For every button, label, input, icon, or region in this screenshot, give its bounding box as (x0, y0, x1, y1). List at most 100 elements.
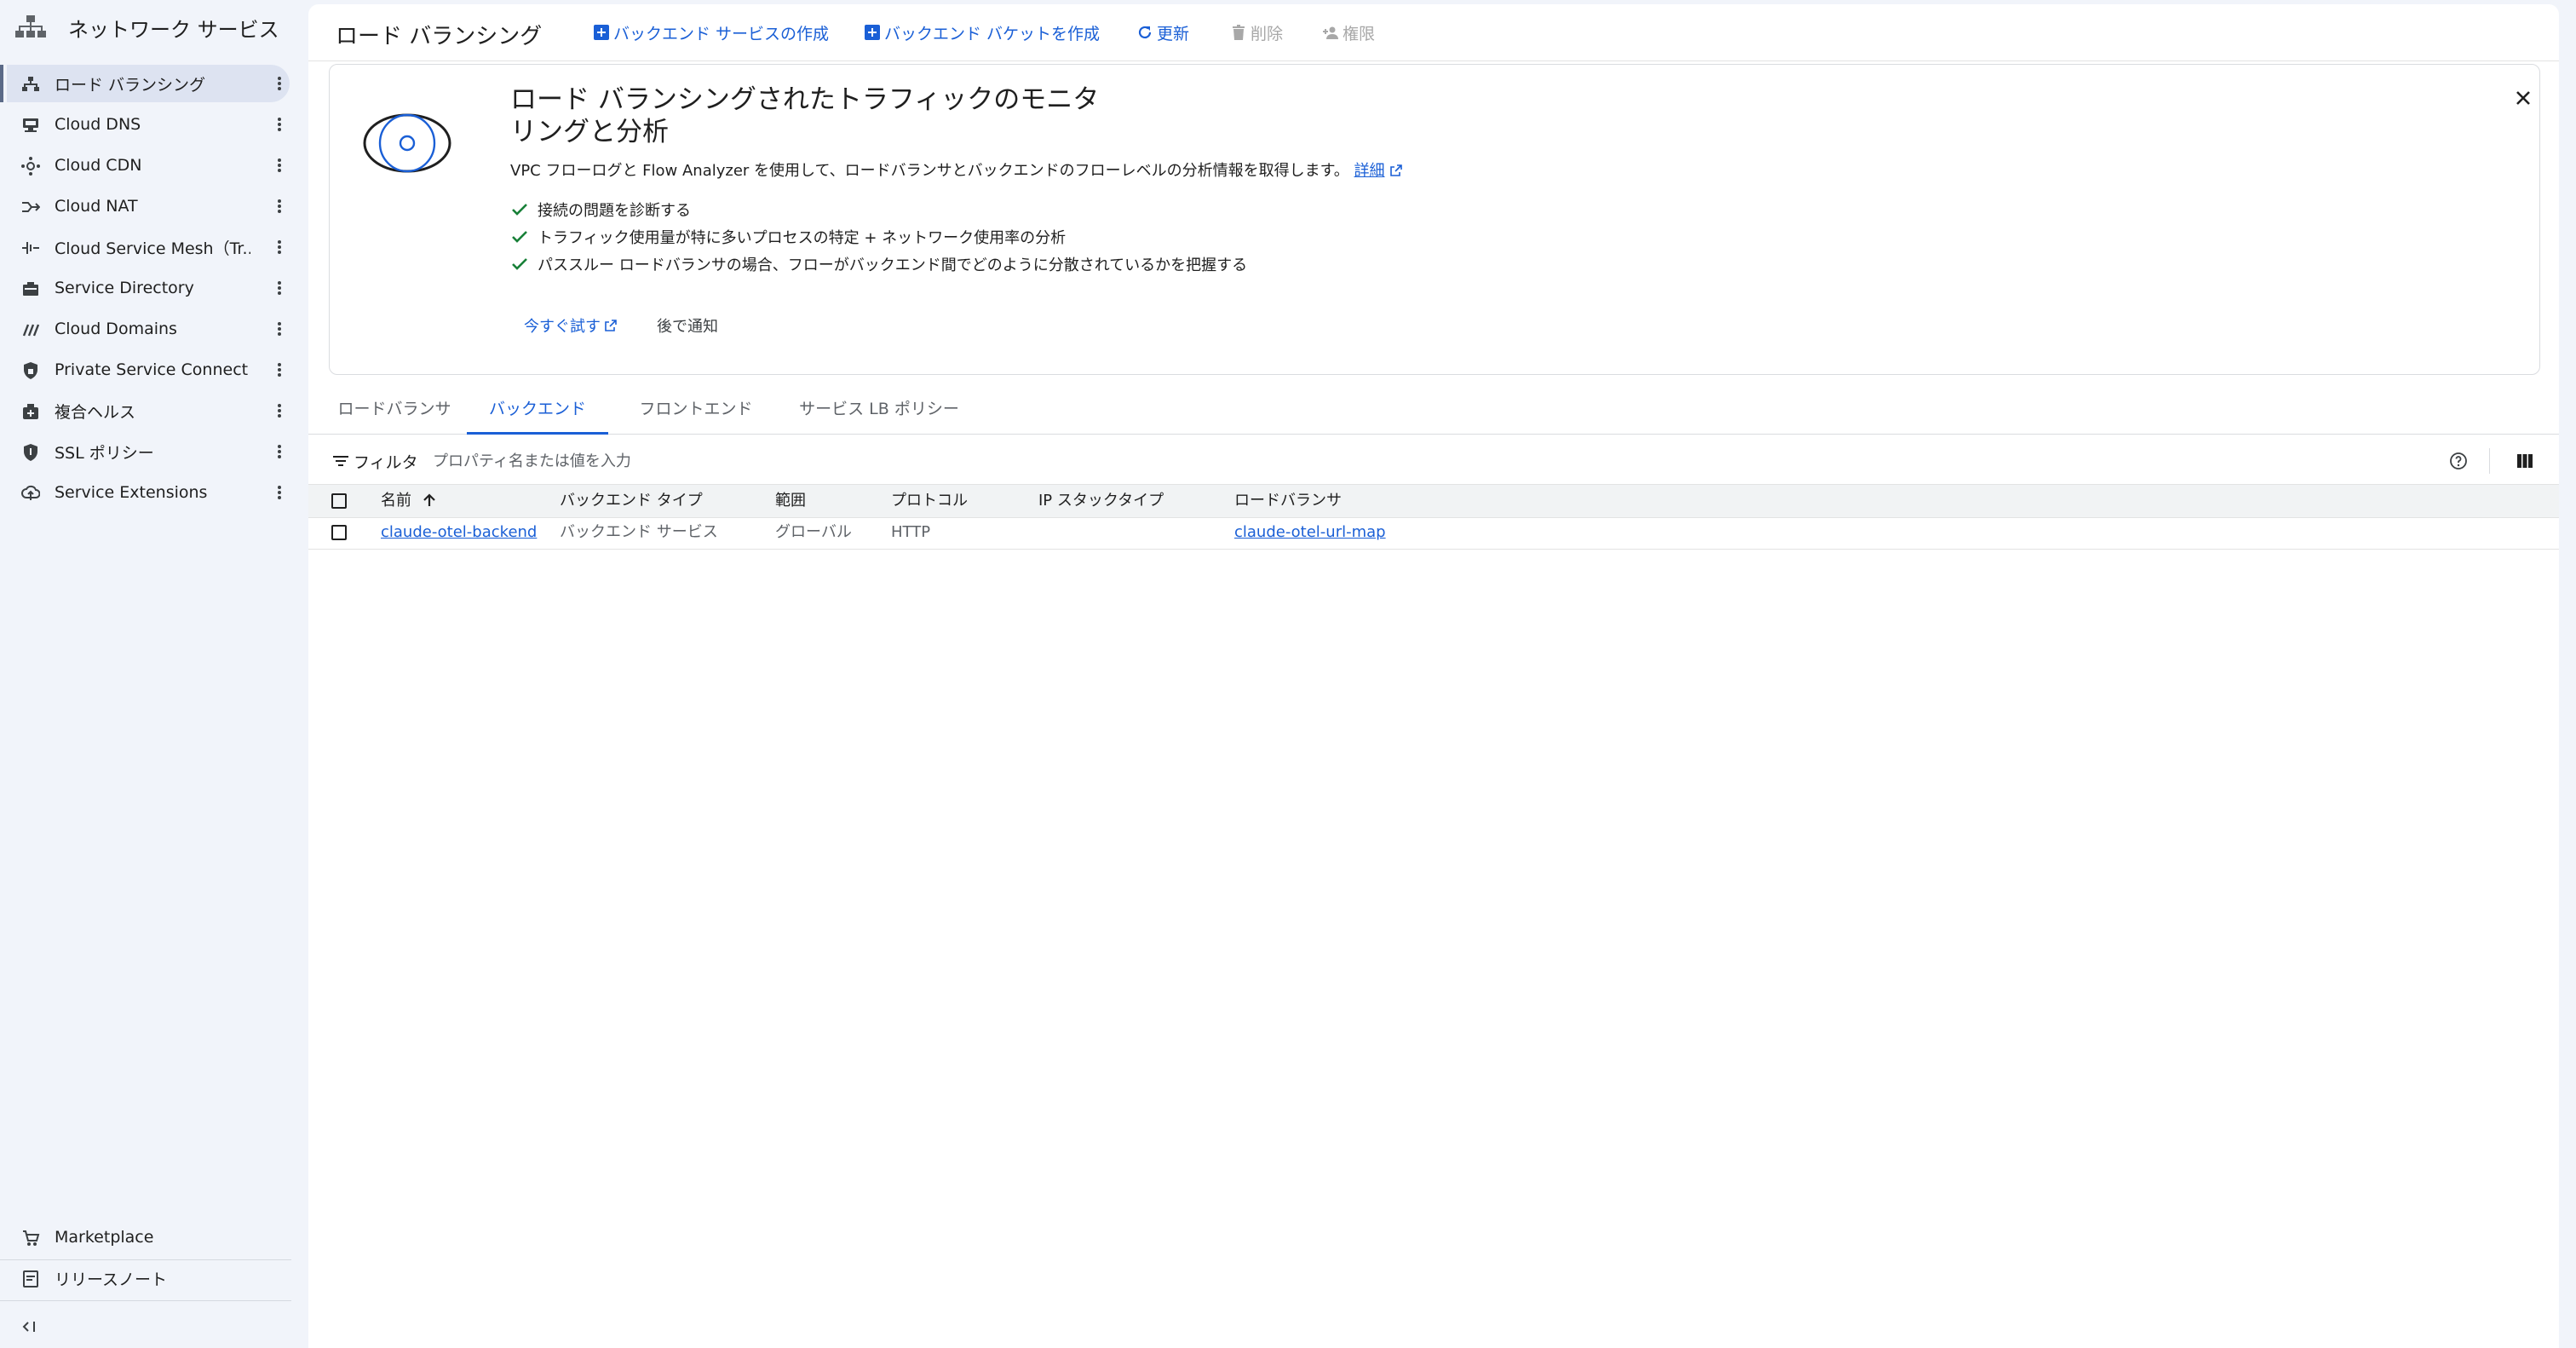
banner-bullet: パススルー ロードバランサの場合、フローがバックエンド間でどのように分散されてい… (510, 253, 1247, 275)
ssl-policy-icon (21, 443, 40, 462)
create-backend-bucket-button[interactable]: バックエンド バケットを作成 (864, 20, 1100, 45)
column-header-ip-stack-type[interactable]: IP スタックタイプ (1038, 485, 1164, 517)
banner-description: VPC フローログと Flow Analyzer を使用して、ロードバランサとバ… (510, 158, 1403, 181)
toolbar-divider (2489, 448, 2490, 474)
remind-later-button[interactable]: 後で通知 (657, 314, 718, 337)
more-vert-icon[interactable] (269, 441, 290, 462)
service-extensions-icon (21, 484, 40, 503)
column-header-label: 名前 (381, 492, 411, 510)
protocol-cell: HTTP (891, 523, 931, 541)
sidebar-item-service-directory[interactable]: Service Directory (7, 269, 290, 307)
column-header-load-balancer[interactable]: ロードバランサ (1234, 485, 1342, 517)
sidebar-item-label: Cloud Domains (55, 320, 177, 338)
refresh-label: 更新 (1157, 24, 1190, 43)
more-vert-icon[interactable] (269, 155, 290, 176)
more-vert-icon[interactable] (269, 400, 290, 421)
sidebar-item-label: Cloud Service Mesh（Tr... (55, 239, 250, 258)
load-balancer-link[interactable]: claude-otel-url-map (1234, 516, 1386, 549)
select-all-checkbox[interactable] (331, 493, 347, 509)
permissions-label: 権限 (1343, 24, 1376, 43)
filter-input[interactable] (431, 445, 1116, 477)
delete-label: 削除 (1251, 24, 1284, 43)
more-vert-icon[interactable] (269, 482, 290, 503)
create-backend-service-label: バックエンド サービスの作成 (613, 24, 830, 43)
sidebar-item-private-service-connect[interactable]: Private Service Connect (7, 351, 290, 389)
close-icon[interactable] (2512, 87, 2534, 109)
row-checkbox[interactable] (331, 525, 347, 540)
details-link-label: 詳細 (1354, 162, 1385, 180)
more-vert-icon[interactable] (269, 196, 290, 216)
more-vert-icon[interactable] (269, 278, 290, 298)
sidebar-item-label: 複合ヘルス (55, 402, 136, 422)
sidebar-item-label: Cloud DNS (55, 115, 141, 134)
service-directory-icon (21, 279, 40, 298)
details-link[interactable]: 詳細 (1354, 162, 1385, 180)
permissions-button[interactable]: 権限 (1322, 20, 1375, 45)
marketplace-cart-icon (21, 1229, 40, 1247)
column-header-scope[interactable]: 範囲 (775, 485, 806, 517)
more-vert-icon[interactable] (269, 319, 290, 339)
banner-description-text: VPC フローログと Flow Analyzer を使用して、ロードバランサとバ… (510, 162, 1349, 180)
try-now-label: 今すぐ試す (524, 318, 601, 336)
sidebar: ネットワーク サービス ロード バランシング Cloud DNS Cloud C… (0, 0, 307, 1348)
refresh-icon (1136, 24, 1153, 41)
eye-icon (362, 112, 452, 174)
more-vert-icon[interactable] (269, 73, 290, 94)
column-header-backend-type[interactable]: バックエンド タイプ (560, 485, 703, 517)
column-display-icon[interactable] (2516, 452, 2534, 470)
more-vert-icon[interactable] (269, 114, 290, 135)
delete-button[interactable]: 削除 (1230, 20, 1283, 45)
tab-backends[interactable]: バックエンド (467, 388, 608, 435)
sidebar-item-ssl-policy[interactable]: SSL ポリシー (7, 433, 290, 470)
filter-bar: フィルタ (308, 436, 2559, 484)
network-services-icon (15, 14, 46, 41)
banner-bullet-text: 接続の問題を診断する (538, 202, 691, 220)
filter-label: フィルタ (354, 453, 418, 472)
sidebar-item-load-balancing[interactable]: ロード バランシング (0, 65, 290, 102)
domains-icon (21, 320, 40, 339)
help-icon[interactable] (2449, 452, 2468, 470)
sidebar-title: ネットワーク サービス (68, 17, 279, 42)
main-content: ロード バランシング バックエンド サービスの作成 バックエンド バケットを作成… (308, 4, 2559, 1348)
table-row: claude-otel-backend バックエンド サービス グローバル HT… (308, 516, 2559, 550)
filter-list-icon[interactable] (332, 452, 349, 469)
tab-frontends[interactable]: フロントエンド (624, 388, 768, 434)
trash-icon (1230, 24, 1247, 41)
banner-bullet-text: パススルー ロードバランサの場合、フローがバックエンド間でどのように分散されてい… (538, 256, 1248, 274)
release-notes-icon (21, 1270, 40, 1288)
sidebar-item-service-extensions[interactable]: Service Extensions (7, 474, 290, 511)
tab-bar: ロードバランサ バックエンド フロントエンド サービス LB ポリシー (308, 388, 2559, 435)
tab-service-lb-policies[interactable]: サービス LB ポリシー (785, 388, 973, 434)
more-vert-icon[interactable] (269, 237, 290, 257)
refresh-button[interactable]: 更新 (1136, 20, 1189, 45)
sidebar-item-marketplace[interactable]: Marketplace (7, 1218, 290, 1256)
column-header-protocol[interactable]: プロトコル (891, 485, 968, 517)
backend-name-link[interactable]: claude-otel-backend (381, 516, 537, 549)
sidebar-item-cloud-domains[interactable]: Cloud Domains (7, 310, 290, 348)
person-add-icon (1322, 24, 1339, 41)
load-balancing-icon (21, 75, 40, 94)
toolbar: ロード バランシング バックエンド サービスの作成 バックエンド バケットを作成… (308, 4, 2559, 61)
sidebar-item-cloud-dns[interactable]: Cloud DNS (7, 106, 290, 143)
sidebar-item-cloud-service-mesh[interactable]: Cloud Service Mesh（Tr... (7, 228, 290, 266)
column-header-name[interactable]: 名前 (381, 485, 437, 517)
banner-bullet: トラフィック使用量が特に多いプロセスの特定 + ネットワーク使用率の分析 (510, 226, 1066, 248)
check-icon (510, 228, 529, 246)
sidebar-item-composite-health[interactable]: 複合ヘルス (7, 392, 290, 429)
sidebar-item-cloud-cdn[interactable]: Cloud CDN (7, 147, 290, 184)
page-title: ロード バランシング (336, 24, 543, 49)
create-backend-service-button[interactable]: バックエンド サービスの作成 (593, 20, 829, 45)
sidebar-item-label: Service Extensions (55, 483, 208, 502)
service-mesh-icon (21, 239, 40, 257)
arrow-upward-icon (422, 487, 437, 520)
tab-load-balancers[interactable]: ロードバランサ (331, 388, 458, 434)
add-box-icon (593, 24, 610, 41)
sidebar-item-cloud-nat[interactable]: Cloud NAT (7, 187, 290, 225)
sidebar-item-label: Private Service Connect (55, 360, 249, 379)
sidebar-item-label: Marketplace (55, 1228, 154, 1247)
sidebar-item-release-notes[interactable]: リリースノート (7, 1259, 290, 1297)
more-vert-icon[interactable] (269, 360, 290, 380)
collapse-sidebar-icon[interactable] (20, 1317, 39, 1336)
try-now-button[interactable]: 今すぐ試す (524, 314, 618, 337)
add-box-icon (864, 24, 881, 41)
